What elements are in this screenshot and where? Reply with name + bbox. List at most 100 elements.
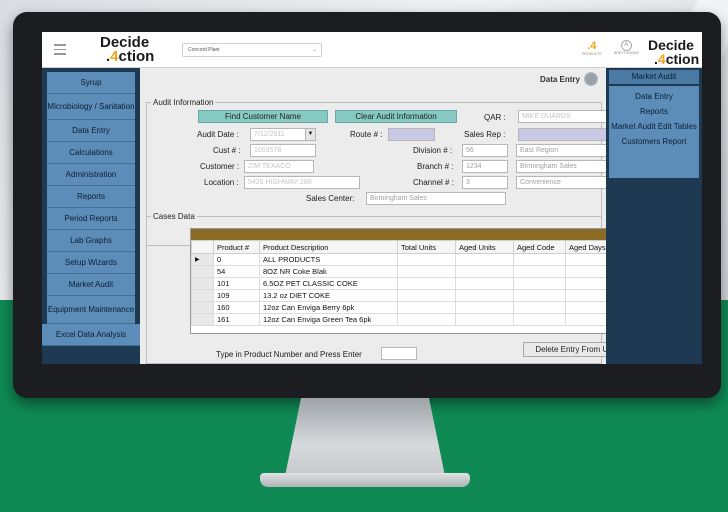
aged-code-cell[interactable] — [513, 313, 566, 326]
nav-item-setup-wizards[interactable]: Setup Wizards — [47, 252, 135, 274]
total-units-cell[interactable] — [397, 289, 456, 302]
table-row[interactable]: 54 8OZ NR Coke Blak — [191, 265, 618, 278]
nav-item-calculations[interactable]: Calculations — [47, 142, 135, 164]
products-widget[interactable]: .4 PRODUCTS — [582, 40, 602, 56]
plant-select[interactable]: Concord Plant ⌄ — [182, 43, 322, 57]
total-units-cell[interactable] — [397, 253, 456, 266]
row-selector[interactable] — [191, 265, 214, 278]
row-selector[interactable] — [191, 313, 214, 326]
total-units-cell[interactable] — [397, 265, 456, 278]
aged-code-cell[interactable] — [513, 301, 566, 314]
aged-code-cell[interactable] — [513, 265, 566, 278]
customer-field[interactable]: ZIM TEXACO — [244, 160, 314, 173]
aged-units-cell[interactable] — [455, 277, 514, 290]
nav-item-syrup[interactable]: Syrup — [47, 72, 135, 94]
monitor-stand — [285, 398, 445, 476]
product-number-cell[interactable]: 54 — [213, 265, 260, 278]
monitor-stand-base — [260, 473, 470, 487]
aged-code-cell[interactable] — [513, 289, 566, 302]
audit-date-select[interactable]: 7/12/2011 ▼ — [250, 128, 316, 141]
column-header[interactable]: Aged Code — [513, 240, 566, 254]
cases-data-grid[interactable]: Product # Product Description Total Unit… — [190, 228, 637, 334]
chevron-down-icon: ⌄ — [311, 47, 317, 53]
market-audit-panel: Market Audit Data Entry Reports Market A… — [606, 68, 702, 364]
product-description-cell[interactable]: 12oz Can Enviga Green Tea 6pk — [259, 313, 398, 326]
nav-item-lab-graphs[interactable]: Lab Graphs — [47, 230, 135, 252]
current-row-marker-icon: ▶ — [191, 253, 214, 266]
cases-table: Product # Product Description Total Unit… — [191, 240, 618, 326]
customer-label: Customer : — [200, 162, 240, 171]
division-label: Division # : — [413, 146, 453, 155]
product-number-cell[interactable]: 101 — [213, 277, 260, 290]
sales-rep-label: Sales Rep : — [464, 130, 506, 139]
hamburger-menu-icon[interactable] — [54, 44, 66, 55]
column-header[interactable]: Product # — [213, 240, 260, 254]
nav-item-excel-data-analysis[interactable]: Excel Data Analysis — [42, 324, 140, 346]
aged-units-cell[interactable] — [455, 313, 514, 326]
find-customer-button[interactable]: Find Customer Name — [198, 110, 328, 123]
aged-code-cell[interactable] — [513, 253, 566, 266]
aged-units-cell[interactable] — [455, 301, 514, 314]
route-field[interactable] — [388, 128, 435, 141]
channel-field[interactable]: 3 — [462, 176, 508, 189]
aged-units-cell[interactable] — [455, 289, 514, 302]
branch-field[interactable]: 1234 — [462, 160, 508, 173]
nav-item-equipment-maintenance[interactable]: Equipment Maintenance — [47, 296, 135, 324]
column-header[interactable]: Product Description — [259, 240, 398, 254]
product-description-cell[interactable]: 6.5OZ PET CLASSIC COKE — [259, 277, 398, 290]
market-audit-data-entry-link[interactable]: Data Entry — [609, 92, 699, 101]
channel-label: Channel # : — [413, 178, 454, 187]
market-audit-reports-link[interactable]: Reports — [609, 107, 699, 116]
product-number-cell[interactable]: 160 — [213, 301, 260, 314]
branch-label: Branch # : — [417, 162, 454, 171]
clear-audit-button[interactable]: Clear Audit Information — [335, 110, 457, 123]
audit-information-legend: Audit Information — [153, 98, 214, 107]
table-row[interactable]: ▶ 0 ALL PRODUCTS — [191, 253, 618, 266]
route-label: Route # : — [350, 130, 383, 139]
row-selector[interactable] — [191, 301, 214, 314]
audit-date-label: Audit Date : — [197, 130, 239, 139]
column-header[interactable]: Aged Units — [455, 240, 514, 254]
sales-center-label: Sales Center: — [306, 194, 355, 203]
nav-item-period-reports[interactable]: Period Reports — [47, 208, 135, 230]
left-sidebar-nav: Syrup Microbiology / Sanitation Data Ent… — [42, 68, 140, 364]
user-widget[interactable]: A BRETT BOOKE — [614, 40, 639, 55]
user-avatar-icon: A — [620, 40, 632, 51]
total-units-cell[interactable] — [397, 277, 456, 290]
cust-field[interactable]: 1003578 — [250, 144, 316, 157]
location-field[interactable]: 5420 HIGHWAY 280 — [244, 176, 360, 189]
product-number-cell[interactable]: 161 — [213, 313, 260, 326]
product-description-cell[interactable]: 8OZ NR Coke Blak — [259, 265, 398, 278]
aged-units-cell[interactable] — [455, 265, 514, 278]
grid-caption-bar — [191, 229, 637, 240]
total-units-cell[interactable] — [397, 301, 456, 314]
market-audit-links: Data Entry Reports Market Audit Edit Tab… — [609, 86, 699, 178]
nav-item-administration[interactable]: Administration — [47, 164, 135, 186]
table-row[interactable]: 160 12oz Can Enviga Berry 6pk — [191, 301, 618, 314]
product-description-cell[interactable]: 12oz Can Enviga Berry 6pk — [259, 301, 398, 314]
customers-report-link[interactable]: Customers Report — [609, 137, 699, 146]
table-row[interactable]: 109 13.2 oz DIET COKE — [191, 289, 618, 302]
row-selector[interactable] — [191, 277, 214, 290]
row-selector-header — [191, 240, 214, 254]
product-description-cell[interactable]: ALL PRODUCTS — [259, 253, 398, 266]
aged-code-cell[interactable] — [513, 277, 566, 290]
total-units-cell[interactable] — [397, 313, 456, 326]
nav-item-reports[interactable]: Reports — [47, 186, 135, 208]
row-selector[interactable] — [191, 289, 214, 302]
aged-units-cell[interactable] — [455, 253, 514, 266]
nav-item-data-entry[interactable]: Data Entry — [47, 120, 135, 142]
nav-item-microbiology[interactable]: Microbiology / Sanitation — [47, 94, 135, 120]
page-header: Data Entry — [140, 68, 606, 90]
table-row[interactable]: 161 12oz Can Enviga Green Tea 6pk — [191, 313, 618, 326]
nav-item-market-audit[interactable]: Market Audit — [47, 274, 135, 296]
product-number-cell[interactable]: 0 — [213, 253, 260, 266]
decide4action-logo-right: Decide .4ction — [648, 37, 700, 67]
column-header[interactable]: Total Units — [397, 240, 456, 254]
product-number-input[interactable] — [381, 347, 417, 360]
product-description-cell[interactable]: 13.2 oz DIET COKE — [259, 289, 398, 302]
table-row[interactable]: 101 6.5OZ PET CLASSIC COKE — [191, 277, 618, 290]
division-field[interactable]: 56 — [462, 144, 508, 157]
market-audit-edit-tables-link[interactable]: Market Audit Edit Tables — [609, 122, 699, 131]
product-number-cell[interactable]: 109 — [213, 289, 260, 302]
